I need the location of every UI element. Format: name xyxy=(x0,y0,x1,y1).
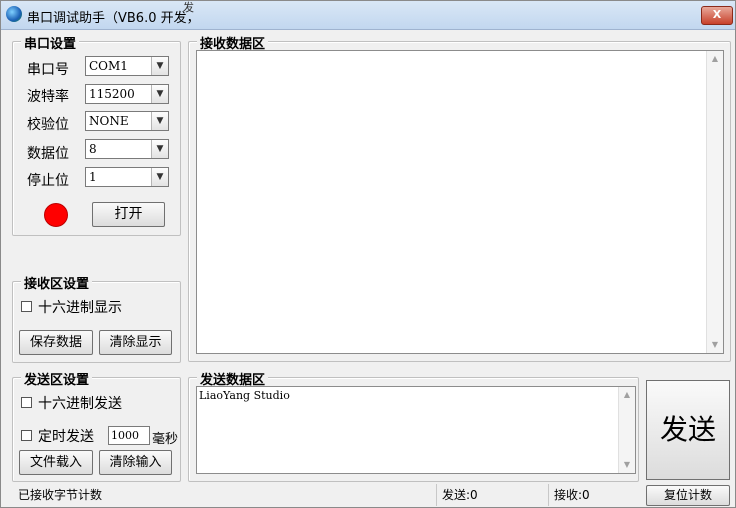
title-bar: 串口调试助手（VB6.0 开发， 发 X xyxy=(1,1,735,30)
interval-unit-label: 毫秒 xyxy=(152,432,179,447)
hex-send-checkbox[interactable] xyxy=(21,397,32,408)
serial-settings-legend: 串口设置 xyxy=(21,33,80,52)
receive-settings-legend: 接收区设置 xyxy=(21,273,93,292)
scroll-up-icon[interactable]: ▲ xyxy=(619,387,635,403)
chevron-down-icon[interactable]: ▼ xyxy=(151,57,168,75)
chevron-down-icon[interactable]: ▼ xyxy=(151,168,168,186)
load-file-button[interactable]: 文件载入 xyxy=(19,450,93,475)
stopbits-label: 停止位 xyxy=(27,173,69,189)
app-window: 串口调试助手（VB6.0 开发， 发 X 串口设置 串口号 COM1 ▼ 波特率… xyxy=(0,0,736,508)
chevron-down-icon[interactable]: ▼ xyxy=(151,140,168,158)
databits-value: 8 xyxy=(89,142,97,156)
status-bar: 已接收字节计数 发送:0 接收:0 复位计数 xyxy=(1,484,735,507)
rx-counter-label: 已接收字节计数 xyxy=(18,488,103,502)
chevron-down-icon[interactable]: ▼ xyxy=(151,85,168,103)
parity-select[interactable]: NONE ▼ xyxy=(85,111,169,131)
clear-display-button[interactable]: 清除显示 xyxy=(99,330,172,355)
received-count: 接收:0 xyxy=(548,484,643,506)
hex-send-label: 十六进制发送 xyxy=(38,396,122,412)
port-value: COM1 xyxy=(89,59,128,73)
open-port-button[interactable]: 打开 xyxy=(92,202,165,227)
timer-send-label: 定时发送 xyxy=(38,429,94,445)
sent-count: 发送:0 xyxy=(436,484,546,506)
save-data-button[interactable]: 保存数据 xyxy=(19,330,93,355)
baud-value: 115200 xyxy=(89,87,135,101)
window-title-extra: 发 xyxy=(183,1,194,14)
timer-send-checkbox[interactable] xyxy=(21,430,32,441)
stopbits-value: 1 xyxy=(89,170,97,184)
stopbits-select[interactable]: 1 ▼ xyxy=(85,167,169,187)
globe-icon xyxy=(6,6,22,22)
clear-input-button[interactable]: 清除输入 xyxy=(99,450,172,475)
baud-select[interactable]: 115200 ▼ xyxy=(85,84,169,104)
baud-label: 波特率 xyxy=(27,89,69,105)
send-content: LiaoYang Studio xyxy=(199,389,290,402)
window-title: 串口调试助手（VB6.0 开发， xyxy=(27,11,200,26)
databits-label: 数据位 xyxy=(27,146,69,162)
receive-textarea[interactable]: ▲ ▼ xyxy=(196,50,724,354)
scroll-up-icon[interactable]: ▲ xyxy=(707,51,723,67)
scroll-down-icon[interactable]: ▼ xyxy=(619,457,635,473)
send-textarea[interactable]: LiaoYang Studio ▲ ▼ xyxy=(196,386,636,474)
interval-input[interactable]: 1000 xyxy=(108,426,150,445)
databits-select[interactable]: 8 ▼ xyxy=(85,139,169,159)
send-scrollbar[interactable]: ▲ ▼ xyxy=(618,387,635,473)
send-button[interactable]: 发送 xyxy=(646,380,730,480)
close-button[interactable]: X xyxy=(701,6,733,25)
scroll-down-icon[interactable]: ▼ xyxy=(707,337,723,353)
reset-counter-button[interactable]: 复位计数 xyxy=(646,485,730,506)
chevron-down-icon[interactable]: ▼ xyxy=(151,112,168,130)
send-settings-legend: 发送区设置 xyxy=(21,369,93,388)
receive-scrollbar[interactable]: ▲ ▼ xyxy=(706,51,723,353)
port-status-indicator xyxy=(44,203,68,227)
port-select[interactable]: COM1 ▼ xyxy=(85,56,169,76)
parity-label: 校验位 xyxy=(27,117,69,133)
hex-display-label: 十六进制显示 xyxy=(38,300,122,316)
hex-display-checkbox[interactable] xyxy=(21,301,32,312)
parity-value: NONE xyxy=(89,114,129,128)
port-label: 串口号 xyxy=(27,62,69,78)
